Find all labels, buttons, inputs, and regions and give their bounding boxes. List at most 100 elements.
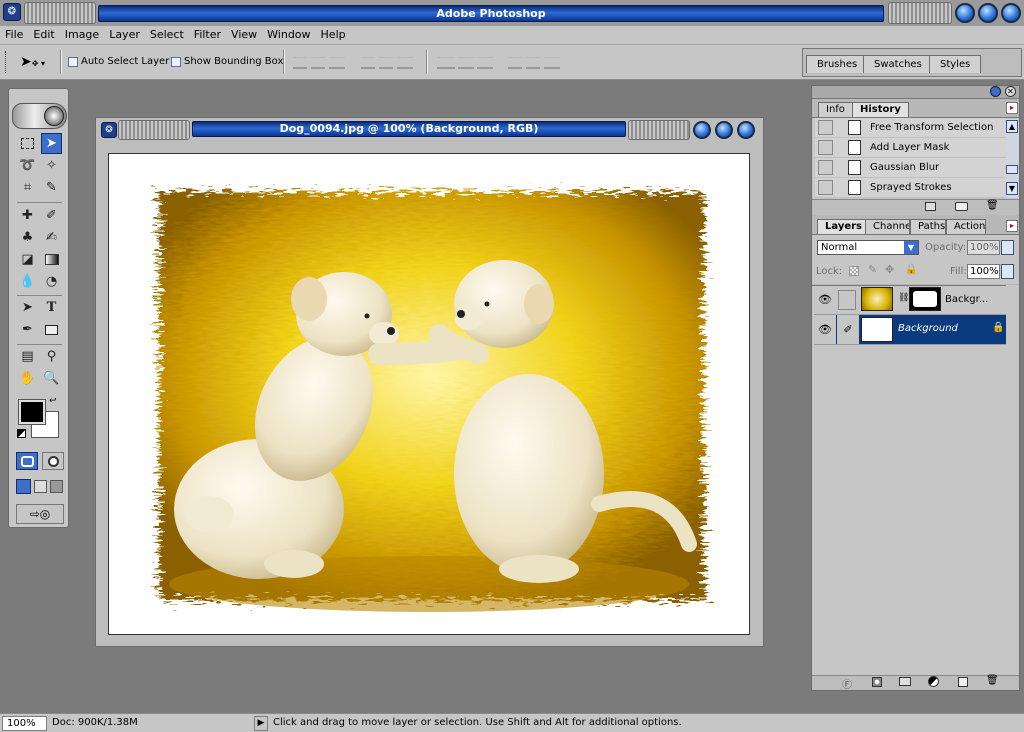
fill-field[interactable]: 100% <box>967 264 1000 279</box>
align-top-icon[interactable] <box>293 57 307 69</box>
tab-brushes[interactable]: Brushes <box>806 55 869 73</box>
menu-edit[interactable]: Edit <box>28 26 59 41</box>
photoshop-logo-icon[interactable]: ❂ <box>3 3 21 21</box>
blend-mode-select[interactable]: Normal ▼ <box>817 240 919 255</box>
doc-minimize-button[interactable] <box>693 121 711 139</box>
screen-mode-full-menu-button[interactable] <box>34 480 47 493</box>
menu-filter[interactable]: Filter <box>189 26 226 41</box>
distribute-bottom-icon[interactable] <box>477 57 493 69</box>
status-menu-arrow-icon[interactable]: ▶ <box>254 716 268 731</box>
tab-channels[interactable]: Channels <box>865 219 910 234</box>
align-right-icon[interactable] <box>397 57 413 69</box>
maximize-button[interactable] <box>978 3 998 23</box>
align-left-icon[interactable] <box>361 57 375 69</box>
distribute-top-icon[interactable] <box>437 57 455 69</box>
zoom-field[interactable]: 100% <box>2 716 47 731</box>
history-item[interactable]: Free Transform Selection <box>815 118 1006 138</box>
foreground-color-swatch[interactable] <box>18 399 46 425</box>
eraser-icon[interactable]: ◪ <box>17 249 38 270</box>
menu-view[interactable]: View <box>226 26 262 41</box>
eye-icon[interactable]: 👁 <box>818 293 832 307</box>
move-tool-icon[interactable]: ➤ <box>41 133 62 154</box>
slice-icon[interactable]: ✎ <box>41 177 62 198</box>
mask-link-icon[interactable]: ⛓ <box>898 293 909 303</box>
opacity-field[interactable]: 100% <box>967 240 1000 255</box>
notes-icon[interactable]: ▤ <box>17 346 38 367</box>
lasso-icon[interactable]: ➰ <box>17 155 38 176</box>
distribute-right-icon[interactable] <box>544 57 560 69</box>
hand-icon[interactable]: ✋ <box>17 368 38 389</box>
marquee-icon[interactable] <box>17 133 38 154</box>
path-select-icon[interactable]: ➤ <box>17 297 38 318</box>
menu-image[interactable]: Image <box>60 26 104 41</box>
history-scroll-thumb[interactable] <box>1006 165 1018 174</box>
auto-select-checkbox[interactable] <box>68 57 78 70</box>
toolbox-header-logo[interactable] <box>12 103 67 129</box>
standard-mode-button[interactable] <box>16 452 38 470</box>
new-snapshot-icon[interactable] <box>955 202 968 211</box>
doc-maximize-button[interactable] <box>715 121 733 139</box>
history-scroll-up-button[interactable]: ▲ <box>1006 120 1018 133</box>
tab-layers[interactable]: Layers <box>817 219 870 234</box>
tab-info[interactable]: Info <box>818 102 853 117</box>
default-colors-icon[interactable] <box>17 429 26 438</box>
tab-actions[interactable]: Actions <box>946 219 986 234</box>
pen-icon[interactable]: ✒ <box>17 319 38 340</box>
history-scroll-down-button[interactable]: ▼ <box>1006 182 1018 195</box>
minimize-button[interactable] <box>955 3 975 23</box>
history-brush-icon[interactable]: ✍ <box>41 227 62 248</box>
crop-icon[interactable]: ⌗ <box>17 177 38 198</box>
distribute-left-icon[interactable] <box>508 57 522 69</box>
screen-mode-full-button[interactable] <box>50 480 63 493</box>
tab-styles[interactable]: Styles <box>929 55 982 73</box>
lock-image-icon[interactable]: ✎ <box>868 263 877 276</box>
tab-paths[interactable]: Paths <box>910 219 946 234</box>
eyedropper-icon[interactable]: ⚲ <box>41 346 62 367</box>
add-mask-icon[interactable] <box>872 677 882 687</box>
panel-close-icon[interactable]: ✕ <box>1005 86 1016 97</box>
align-vcenter-icon[interactable] <box>311 57 325 69</box>
menu-layer[interactable]: Layer <box>104 26 145 41</box>
trash-icon[interactable]: 🗑 <box>986 675 999 686</box>
history-menu-button[interactable]: ▸ <box>1006 102 1018 114</box>
tab-swatches[interactable]: Swatches <box>863 55 933 73</box>
imageready-jump-button[interactable]: ⇨◎ <box>16 504 64 524</box>
magic-wand-icon[interactable]: ✧ <box>41 155 62 176</box>
distribute-hcenter-icon[interactable] <box>526 57 540 69</box>
screen-mode-standard-button[interactable] <box>16 479 31 494</box>
new-document-from-state-icon[interactable] <box>925 202 936 211</box>
eye-icon[interactable]: 👁 <box>814 315 836 344</box>
move-tool-preset-icon[interactable]: ➤✥ ▾ <box>20 54 45 70</box>
brush-icon[interactable]: ✐ <box>41 205 62 226</box>
lock-position-icon[interactable]: ✥ <box>885 263 894 276</box>
healing-brush-icon[interactable]: ✚ <box>17 205 38 226</box>
history-item[interactable]: Gaussian Blur <box>815 158 1006 178</box>
blur-icon[interactable]: 💧 <box>17 271 38 292</box>
gradient-icon[interactable] <box>41 249 62 270</box>
menu-select[interactable]: Select <box>145 26 189 41</box>
doc-size-info[interactable]: Doc: 900K/1.38M <box>52 717 138 728</box>
align-bottom-icon[interactable] <box>329 57 345 69</box>
menu-file[interactable]: File <box>0 26 28 41</box>
menu-window[interactable]: Window <box>262 26 315 41</box>
history-item[interactable]: Add Layer Mask <box>815 138 1006 158</box>
close-button[interactable] <box>1001 3 1021 23</box>
document-icon[interactable]: ❂ <box>101 122 117 138</box>
fill-slider-button[interactable] <box>1001 264 1014 279</box>
type-icon[interactable]: T <box>41 297 62 318</box>
layer-row[interactable]: 👁 ⛓ Backgr... <box>814 285 1006 315</box>
new-group-icon[interactable] <box>899 677 911 686</box>
swap-colors-icon[interactable]: ↩ <box>49 396 57 406</box>
layers-menu-button[interactable]: ▸ <box>1006 220 1018 232</box>
panel-minimize-icon[interactable] <box>990 86 1001 97</box>
layer-row-selected[interactable]: 👁 ✐ Background 🔒 <box>814 315 1006 345</box>
stamp-icon[interactable]: ♣ <box>17 227 38 248</box>
opacity-slider-button[interactable] <box>1001 240 1014 255</box>
shape-icon[interactable] <box>41 319 62 340</box>
layers-scrollbar[interactable] <box>1006 285 1019 675</box>
adjustment-layer-icon[interactable] <box>928 676 939 687</box>
lock-all-icon[interactable]: 🔒 <box>905 264 917 275</box>
tab-history[interactable]: History <box>852 102 909 117</box>
layer-style-icon[interactable]: Ⓕ <box>842 676 852 691</box>
new-layer-icon[interactable] <box>958 677 968 687</box>
